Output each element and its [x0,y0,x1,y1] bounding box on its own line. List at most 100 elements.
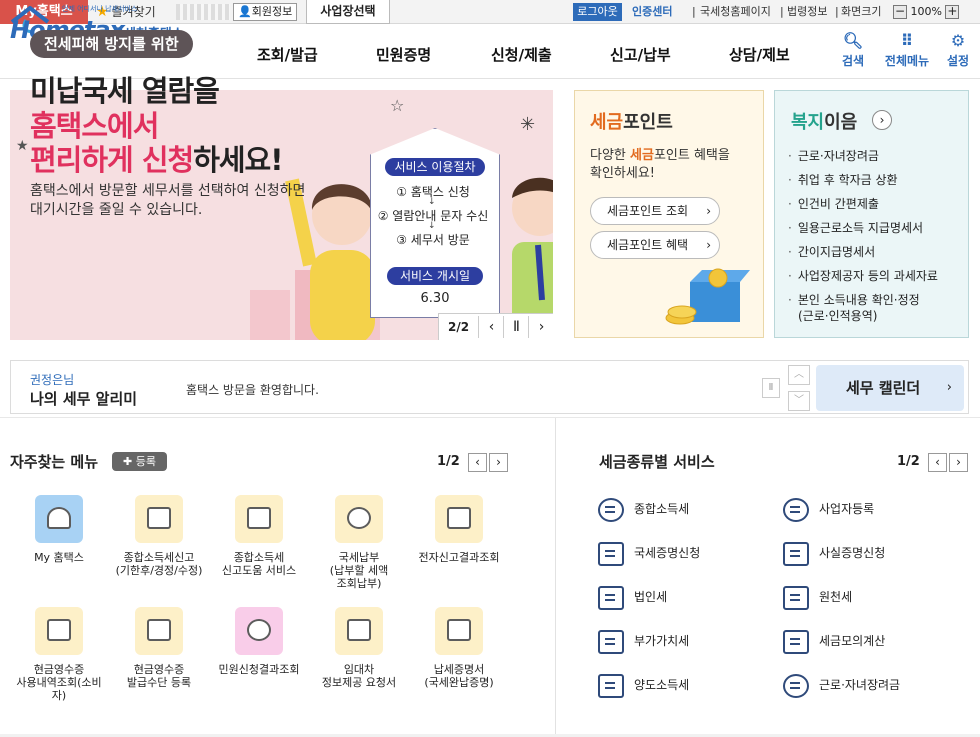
freq-menu-next-button[interactable]: › [489,453,508,472]
freq-menu-item[interactable]: 현금영수증 발급수단 등록 [109,607,209,689]
zoom-in-button[interactable]: + [945,5,960,19]
zoom-out-button[interactable]: − [893,5,907,19]
nav-apply-submit[interactable]: 신청/제출 [491,44,552,65]
alarm-down-button[interactable]: ﹀ [788,391,810,411]
tax-alarm-message: 홈택스 방문을 환영합니다. [186,383,319,397]
search-button[interactable]: 🔍︎ 검색 [833,32,873,69]
cert-center-link[interactable]: 인증센터 [632,3,672,21]
all-menu-button[interactable]: ⠿ 전체메뉴 [880,32,934,69]
freq-menu-label: (기한후/경정/수정) [115,564,203,577]
settings-button[interactable]: ⚙ 설정 [938,32,978,69]
member-info-label: 회원정보 [251,5,293,18]
tax-type-item[interactable]: 양도소득세 [598,672,689,698]
nav-civil-cert[interactable]: 민원증명 [376,44,431,65]
freq-menu-item[interactable]: 국세납부 (납부할 세액 조회납부) [309,495,409,590]
tax-type-label: 양도소득세 [634,678,690,692]
process-step-3: ③ 세무서 방문 [396,233,470,247]
tax-type-label: 부가가치세 [634,634,690,648]
user-greeting-name: 권정은님 [30,373,75,387]
taxpoint-benefit-label: 세금포인트 혜택 [607,238,689,252]
banner-pause-button[interactable]: Ⅱ [503,316,529,338]
welfare-item[interactable]: 인건비 간편제출 [788,195,879,212]
freq-menu-register-button[interactable]: ✚ 등록 [112,452,167,471]
banner-next-button[interactable]: › [528,316,554,338]
freq-menu-prev-button[interactable]: ‹ [468,453,487,472]
freq-menu-label: 자) [51,689,67,702]
freq-menu-item[interactable]: My 홈택스 [9,495,109,564]
welfare-item[interactable]: 간이지급명세서 [788,243,875,260]
tax-alarm-title: 나의 세무 알리미 [30,390,138,408]
welfare-item[interactable]: 취업 후 학자금 상환 [788,171,898,188]
star-decoration-icon: ★ [16,138,29,154]
alarm-up-button[interactable]: ︿ [788,365,810,385]
tax-type-label: 사업자등록 [819,502,875,516]
taxpoint-desc-1: 다양한 세금포인트 혜택을 [590,144,730,163]
tax-type-item[interactable]: 법인세 [598,584,667,610]
freq-menu-item[interactable]: 현금영수증 사용내역조회(소비 자) [9,607,109,702]
settings-label: 설정 [946,54,970,68]
receipt-register-icon [135,607,183,655]
banner-sub-1: 홈택스에서 방문할 세무서를 선택하여 신청하면 [30,183,306,199]
salary-doc-icon [783,585,809,610]
logout-button[interactable]: 로그아웃 [573,3,622,21]
freq-menu-label: 신고도움 서비스 [221,564,297,577]
freq-menu-label: My 홈택스 [34,551,84,564]
sparkle-icon: ✳ [520,114,536,135]
tax-types-prev-button[interactable]: ‹ [928,453,947,472]
tax-type-item[interactable]: 세금모의계산 [783,628,885,654]
taxpoint-benefit-button[interactable]: 세금포인트 혜택 › [590,231,720,259]
alarm-pause-button[interactable]: Ⅱ [762,378,780,398]
business-select-button[interactable]: 사업장선택 [306,0,390,24]
receipt-search-icon [35,607,83,655]
tax-type-item[interactable]: 부가가치세 [598,628,689,654]
tax-type-item[interactable]: 종합소득세 [598,496,689,522]
tax-type-item[interactable]: 국세증명신청 [598,540,700,566]
tax-type-item[interactable]: 원천세 [783,584,852,610]
freq-menu-item[interactable]: 임대차 정보제공 요청서 [309,607,409,689]
banner-page-indicator: 2/2 [448,320,470,334]
freq-menu-label: 민원신청결과조회 [218,663,300,676]
welfare-item[interactable]: 사업장제공자 등의 과세자료 [788,267,938,284]
welfare-more-button[interactable]: › [872,110,892,130]
taxpoint-title-rest: 포인트 [623,112,673,133]
arrow-down-icon: ↓ [428,197,436,207]
welfare-item[interactable]: 본인 소득내용 확인·정정 [788,291,920,308]
law-info-link[interactable]: 법령정보 [787,3,827,21]
freq-menu-item[interactable]: 민원신청결과조회 [209,607,309,676]
banner-headline-3-highlight: 편리하게 신청 [30,143,194,177]
freq-menu-label: 정보제공 요청서 [321,676,397,689]
nav-consult[interactable]: 상담/제보 [729,44,790,65]
search-label: 검색 [841,54,865,68]
tax-type-label: 사실증명신청 [819,546,886,560]
tax-type-item[interactable]: 사업자등록 [783,496,874,522]
tax-types-next-button[interactable]: › [949,453,968,472]
tax-type-item[interactable]: 근로·자녀장려금 [783,672,900,698]
taxpoint-inquiry-label: 세금포인트 조회 [607,204,689,218]
section-divider [555,418,556,737]
tax-type-label: 국세증명신청 [634,546,701,560]
freq-menu-label: 종합소득세 [233,551,285,564]
freq-menu-item[interactable]: 전자신고결과조회 [409,495,509,564]
freq-menu-page: 1/2 [437,454,460,469]
freq-menu-item[interactable]: 종합소득세신고 (기한후/경정/수정) [109,495,209,577]
tax-calendar-button[interactable]: 세무 캘린더 › [816,365,964,411]
banner-headline-3: 편리하게 신청하세요! [30,137,283,179]
nav-inquiry-issue[interactable]: 조회/발급 [257,44,318,65]
member-info-button[interactable]: 👤회원정보 [233,3,298,21]
taxpoint-inquiry-button[interactable]: 세금포인트 조회 › [590,197,720,225]
welfare-item[interactable]: 일용근로소득 지급명세서 [788,219,923,236]
freq-menu-item[interactable]: 납세증명서 (국세완납증명) [409,607,509,689]
money-bag-icon [598,497,624,522]
banner-prev-button[interactable]: ‹ [478,316,504,338]
tax-type-item[interactable]: 사실증명신청 [783,540,885,566]
welfare-item[interactable]: 근로·자녀장려금 [788,147,879,164]
arrow-down-icon: ↓ [428,221,436,231]
welfare-title-rest: 이음 [824,112,858,133]
nts-home-link[interactable]: 국세청홈페이지 [700,3,771,21]
transfer-doc-icon [598,673,624,698]
freq-menu-item[interactable]: 종합소득세 신고도움 서비스 [209,495,309,577]
nav-report-pay[interactable]: 신고/납부 [610,44,671,65]
tax-type-label: 종합소득세 [634,502,690,516]
tax-types-title: 세금종류별 서비스 [599,453,715,471]
welfare-item-continued[interactable]: (근로·인적용역) [798,307,877,324]
